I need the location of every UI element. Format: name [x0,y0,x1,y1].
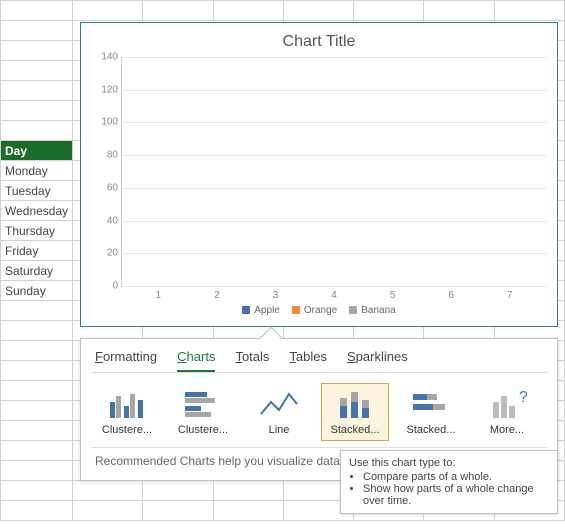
chart-type-tooltip: Use this chart type to: Compare parts of… [340,450,558,514]
chart-x-axis: 1 2 3 4 5 6 7 [121,287,547,301]
tooltip-bullet: Show how parts of a whole change over ti… [363,483,549,507]
y-tick: 20 [92,248,118,259]
more-icon: ? [487,388,527,420]
chart-title: Chart Title [91,33,547,51]
svg-text:?: ? [519,389,527,406]
legend-item: Banana [349,305,395,316]
chart-legend: Apple Orange Banana [91,305,547,316]
x-tick: 5 [376,290,410,301]
chart-option-label: Stacked... [324,424,386,436]
cell-day[interactable]: Monday [1,161,73,181]
qa-tabs: Formatting Charts Totals Tables Sparklin… [81,339,557,372]
x-tick: 7 [493,290,527,301]
x-tick: 1 [141,290,175,301]
tab-tables[interactable]: Tables [289,349,327,372]
cell-day[interactable]: Tuesday [1,181,73,201]
chart-option-more[interactable]: ? More... [473,383,541,441]
chart-option-clustered-col[interactable]: Clustere... [93,383,161,441]
chart-preview: Chart Title 020406080100120140 1234567 A… [80,22,558,327]
x-tick: 4 [317,290,351,301]
tooltip-title: Use this chart type to: [349,457,549,469]
y-tick: 140 [92,52,118,63]
tooltip-bullet: Compare parts of a whole. [363,471,549,483]
stacked-col-icon [335,388,375,420]
chart-option-stacked-col[interactable]: Stacked... [321,383,389,441]
chart-option-clustered-bar[interactable]: Clustere... [169,383,237,441]
y-tick: 100 [92,117,118,128]
legend-item: Apple [242,305,280,316]
chart-option-label: More... [476,424,538,436]
cell-day[interactable]: Friday [1,241,73,261]
y-tick: 60 [92,182,118,193]
chart-option-label: Clustere... [172,424,234,436]
clustered-bar-icon [183,388,223,420]
y-tick: 80 [92,150,118,161]
column-header-day[interactable]: Day [1,141,73,161]
y-tick: 40 [92,215,118,226]
chart-option-label: Line [248,424,310,436]
chart-option-stacked-bar[interactable]: Stacked... [397,383,465,441]
cell-day[interactable]: Saturday [1,261,73,281]
x-tick: 6 [434,290,468,301]
clustered-col-icon [107,388,147,420]
tab-formatting[interactable]: Formatting [95,349,157,372]
y-tick: 120 [92,84,118,95]
line-icon [259,388,299,420]
cell-day[interactable]: Sunday [1,281,73,301]
y-tick: 0 [92,281,118,292]
chart-option-line[interactable]: Line [245,383,313,441]
tab-charts[interactable]: Charts [177,349,215,372]
chart-option-label: Stacked... [400,424,462,436]
x-tick: 2 [200,290,234,301]
tab-sparklines[interactable]: Sparklines [347,349,408,372]
qa-options-row: Clustere... Clustere... Line Stacked... Stac… [81,373,557,447]
legend-item: Orange [292,305,337,316]
stacked-bar-icon [411,388,451,420]
chart-plot-area: 020406080100120140 [121,57,547,287]
cell-day[interactable]: Wednesday [1,201,73,221]
tab-totals[interactable]: Totals [235,349,269,372]
cell-day[interactable]: Thursday [1,221,73,241]
chart-option-label: Clustere... [96,424,158,436]
x-tick: 3 [258,290,292,301]
